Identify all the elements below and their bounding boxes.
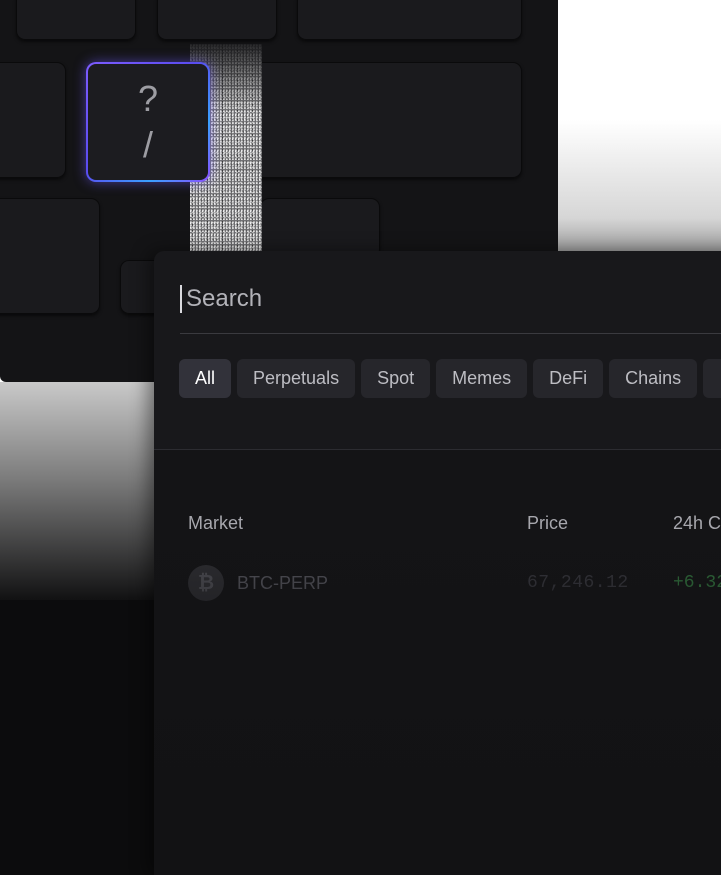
search-input[interactable] bbox=[182, 281, 706, 317]
shortcut-key-slash: ? / bbox=[86, 62, 210, 182]
column-header-price[interactable]: Price bbox=[527, 513, 568, 534]
filter-chip-all[interactable]: All bbox=[179, 359, 232, 398]
key-glyph-question: ? bbox=[137, 78, 159, 119]
filter-chip-more[interactable] bbox=[703, 359, 721, 398]
keyboard-key bbox=[260, 198, 380, 258]
filter-chip-memes[interactable]: Memes bbox=[436, 359, 528, 398]
column-header-change[interactable]: 24h C bbox=[673, 513, 721, 534]
filter-chip-defi[interactable]: DeFi bbox=[533, 359, 604, 398]
market-name: BTC-PERP bbox=[237, 572, 329, 593]
search-panel: All Perpetuals Spot Memes DeFi Chains Ma… bbox=[154, 251, 721, 875]
keyboard-key bbox=[16, 0, 136, 40]
filter-chip-spot[interactable]: Spot bbox=[361, 359, 431, 398]
filter-chip-chains[interactable]: Chains bbox=[609, 359, 698, 398]
keyboard-key bbox=[297, 0, 522, 40]
background-gradient bbox=[558, 120, 721, 260]
bitcoin-icon: ₿ bbox=[188, 565, 224, 601]
filter-chip-perpetuals[interactable]: Perpetuals bbox=[237, 359, 356, 398]
market-change: +6.32 bbox=[673, 573, 721, 593]
keyboard-key bbox=[157, 0, 277, 40]
filter-chips: All Perpetuals Spot Memes DeFi Chains bbox=[179, 359, 721, 398]
search-bar[interactable] bbox=[180, 281, 721, 334]
keyboard-key bbox=[226, 62, 522, 178]
table-row[interactable]: ₿ BTC-PERP bbox=[188, 565, 328, 601]
keyboard-key bbox=[0, 62, 66, 178]
column-header-market[interactable]: Market bbox=[188, 513, 243, 534]
market-price: 67,246.12 bbox=[527, 573, 629, 593]
key-glyph-slash: / bbox=[142, 124, 153, 165]
keyboard-key bbox=[0, 198, 100, 314]
